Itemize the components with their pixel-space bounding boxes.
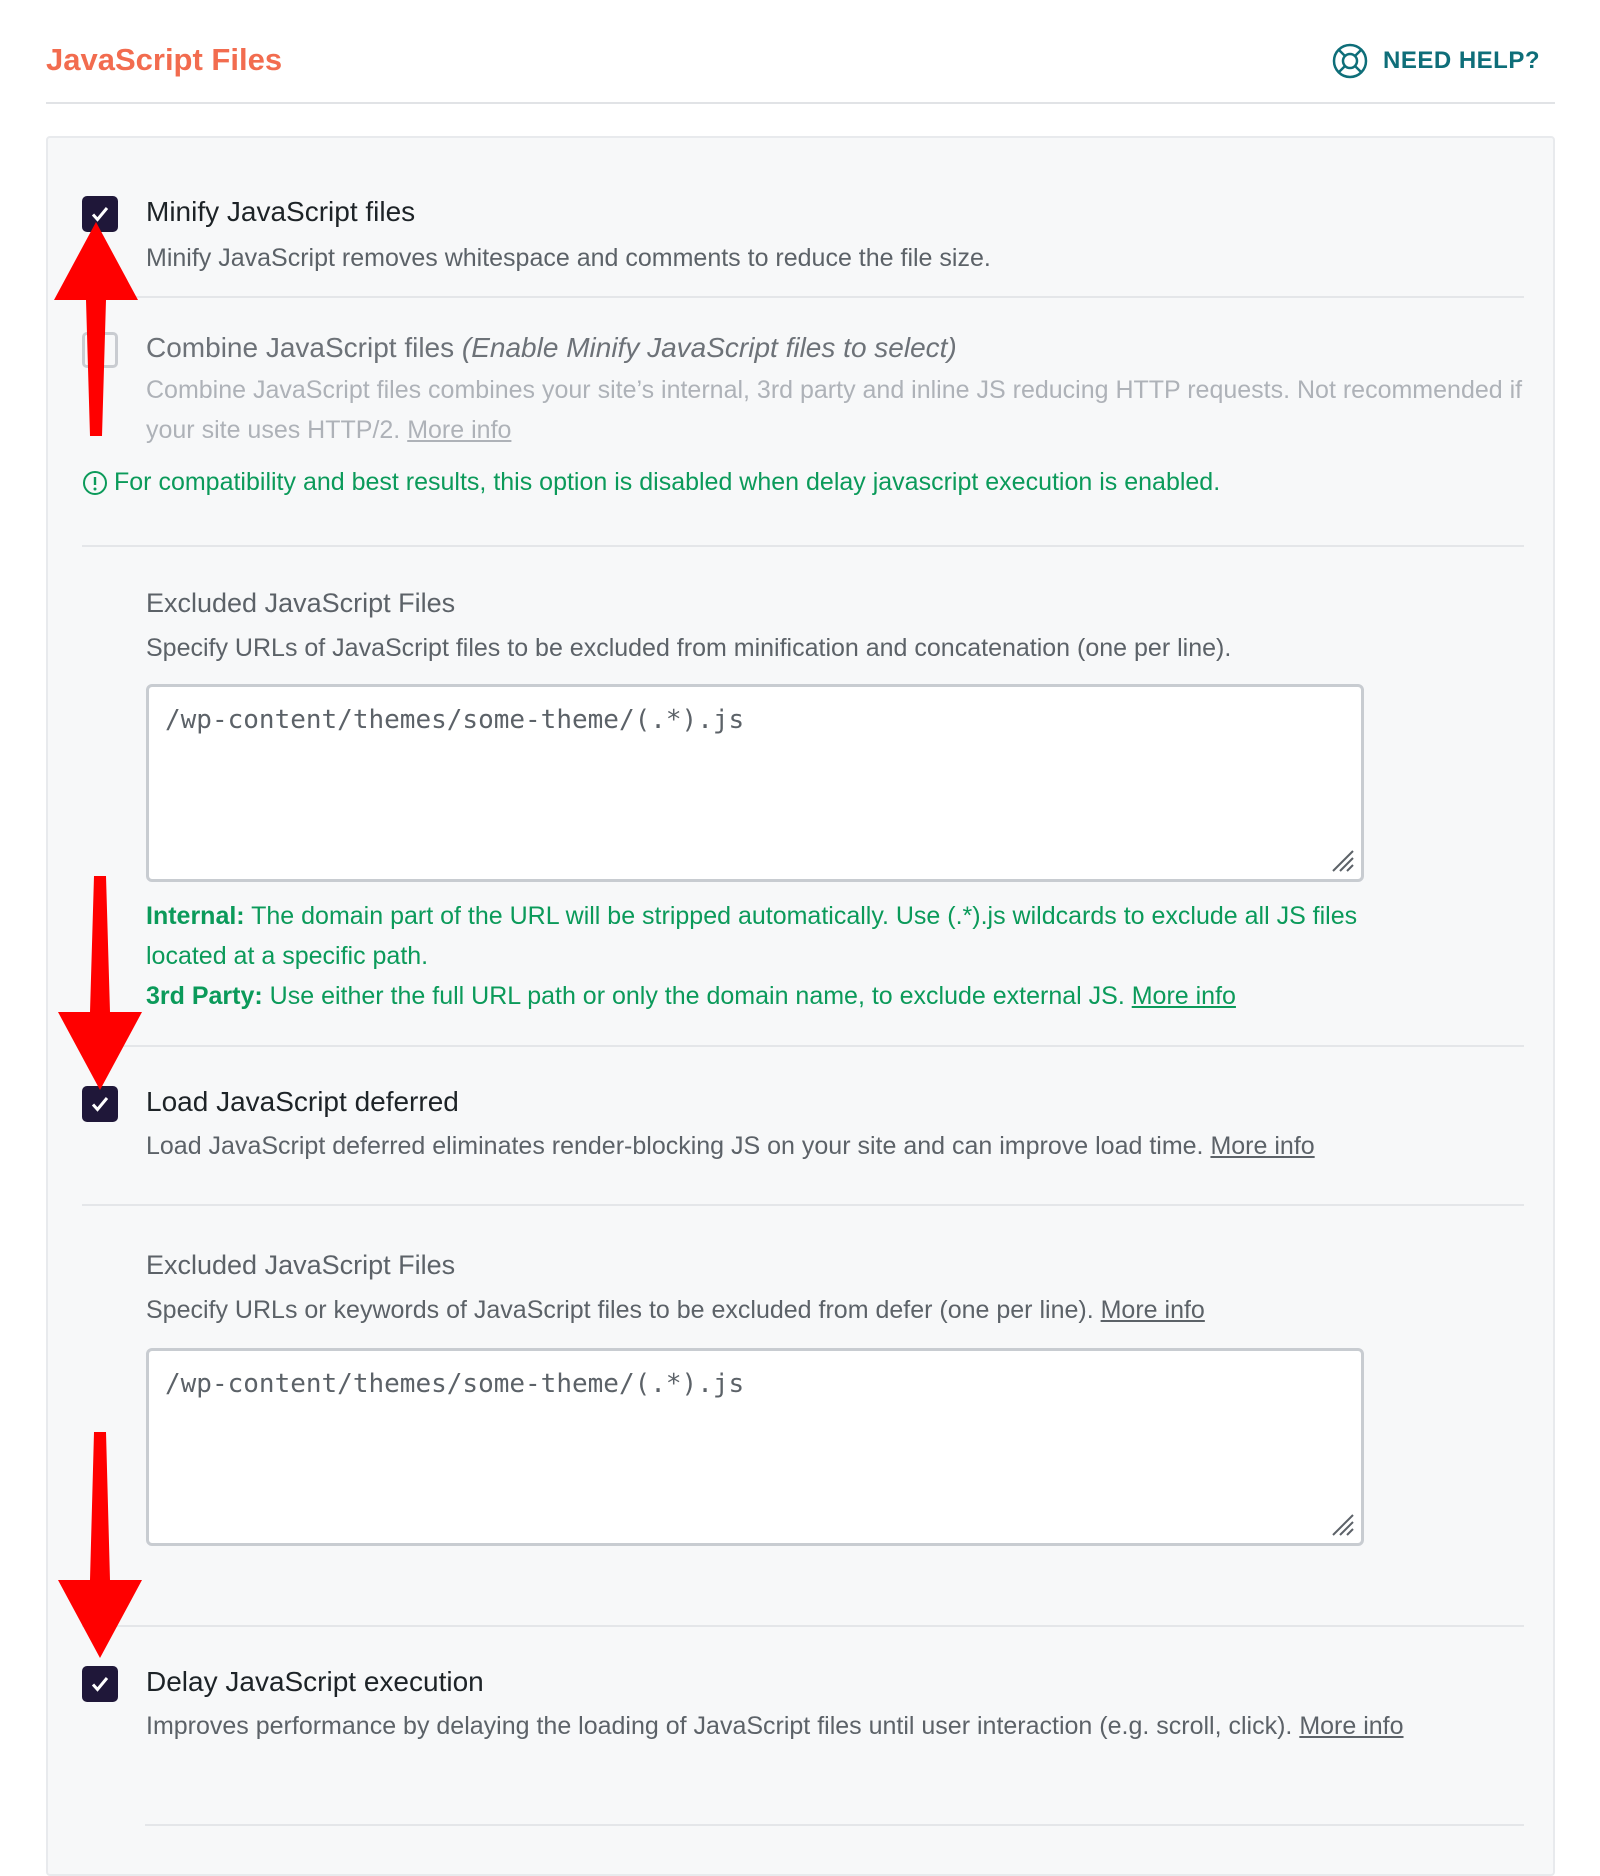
defer-js-label: Load JavaScript deferred <box>146 1086 459 1117</box>
combine-js-label-text: Combine JavaScript files <box>146 332 455 363</box>
defer-js-description-text: Load JavaScript deferred eliminates rend… <box>146 1132 1204 1160</box>
combine-js-label: Combine JavaScript files (Enable Minify … <box>146 332 957 364</box>
excluded-js-defer-placeholder: /wp-content/themes/some-theme/(.*).js <box>165 1369 745 1399</box>
combine-js-label-note: (Enable Minify JavaScript files to selec… <box>461 332 957 363</box>
excluded-js-minify-description: Specify URLs of JavaScript files to be e… <box>146 634 1232 662</box>
combine-js-description-text: Combine JavaScript files combines your s… <box>146 376 1523 444</box>
delay-js-description: Improves performance by delaying the loa… <box>146 1706 1546 1746</box>
minify-js-description: Minify JavaScript removes whitespace and… <box>146 244 991 272</box>
divider <box>82 1625 1524 1627</box>
need-help-button[interactable]: NEED HELP? <box>1331 42 1540 80</box>
divider <box>82 1204 1524 1206</box>
defer-js-more-info-link[interactable]: More info <box>1210 1132 1314 1160</box>
minify-js-option: Minify JavaScript files Minify JavaScrip… <box>82 176 1524 276</box>
excluded-js-minify-title: Excluded JavaScript Files <box>146 588 456 618</box>
delay-js-checkbox[interactable] <box>82 1666 118 1702</box>
annotation-arrow-down <box>58 876 142 1090</box>
defer-js-checkbox[interactable] <box>82 1086 118 1122</box>
divider <box>82 545 1524 547</box>
need-help-label: NEED HELP? <box>1382 47 1540 74</box>
minify-js-label: Minify JavaScript files <box>146 196 416 227</box>
internal-label: Internal: <box>146 902 245 930</box>
divider <box>145 1824 1524 1826</box>
combine-js-warning-text: For compatibility and best results, this… <box>114 468 1221 496</box>
delay-js-more-info-link[interactable]: More info <box>1299 1712 1403 1740</box>
excluded-js-minify-help: Internal: The domain part of the URL wil… <box>146 896 1376 1016</box>
combine-js-warning: For compatibility and best results, this… <box>82 468 1220 497</box>
javascript-options-panel: Minify JavaScript files Minify JavaScrip… <box>46 136 1555 1876</box>
resize-grip-icon[interactable] <box>1329 847 1355 873</box>
delay-js-description-text: Improves performance by delaying the loa… <box>146 1712 1293 1740</box>
divider <box>82 296 1524 298</box>
excluded-js-defer-title: Excluded JavaScript Files <box>146 1250 456 1280</box>
excluded-js-defer-description: Specify URLs or keywords of JavaScript f… <box>146 1290 1205 1330</box>
combine-js-more-info-link[interactable]: More info <box>407 416 511 444</box>
delay-js-label: Delay JavaScript execution <box>146 1666 484 1697</box>
combine-js-option: Combine JavaScript files (Enable Minify … <box>82 318 1524 498</box>
excluded-js-defer-textarea[interactable]: /wp-content/themes/some-theme/(.*).js <box>146 1348 1364 1546</box>
checkmark-icon <box>91 1677 109 1692</box>
exclamation-circle-icon <box>83 470 107 495</box>
defer-js-option: Load JavaScript deferred Load JavaScript… <box>82 1068 1524 1168</box>
third-party-text: Use either the full URL path or only the… <box>269 982 1125 1010</box>
third-party-label: 3rd Party: <box>146 982 263 1010</box>
lifebuoy-icon <box>1332 43 1368 79</box>
defer-js-description: Load JavaScript deferred eliminates rend… <box>146 1126 1315 1166</box>
excluded-js-minify-textarea[interactable]: /wp-content/themes/some-theme/(.*).js <box>146 684 1364 882</box>
delay-js-option: Delay JavaScript execution Improves perf… <box>82 1648 1524 1798</box>
checkmark-icon <box>91 1097 109 1112</box>
excluded-js-minify-more-info-link[interactable]: More info <box>1132 982 1236 1010</box>
section-header: JavaScript Files NEED HELP? <box>46 0 1555 104</box>
combine-js-description: Combine JavaScript files combines your s… <box>146 370 1526 450</box>
excluded-js-minify-placeholder: /wp-content/themes/some-theme/(.*).js <box>165 705 745 735</box>
excluded-js-defer-description-text: Specify URLs or keywords of JavaScript f… <box>146 1296 1094 1324</box>
divider <box>82 1045 1524 1047</box>
internal-text: The domain part of the URL will be strip… <box>146 902 1358 970</box>
annotation-arrow-up <box>54 222 138 436</box>
annotation-arrow-down <box>58 1432 142 1658</box>
excluded-js-defer-more-info-link[interactable]: More info <box>1101 1296 1205 1324</box>
excluded-js-defer-section: Excluded JavaScript Files Specify URLs o… <box>82 1244 1524 1564</box>
resize-grip-icon[interactable] <box>1329 1511 1355 1537</box>
section-title: JavaScript Files <box>46 42 283 77</box>
excluded-js-minify-section: Excluded JavaScript Files Specify URLs o… <box>82 578 1524 1010</box>
